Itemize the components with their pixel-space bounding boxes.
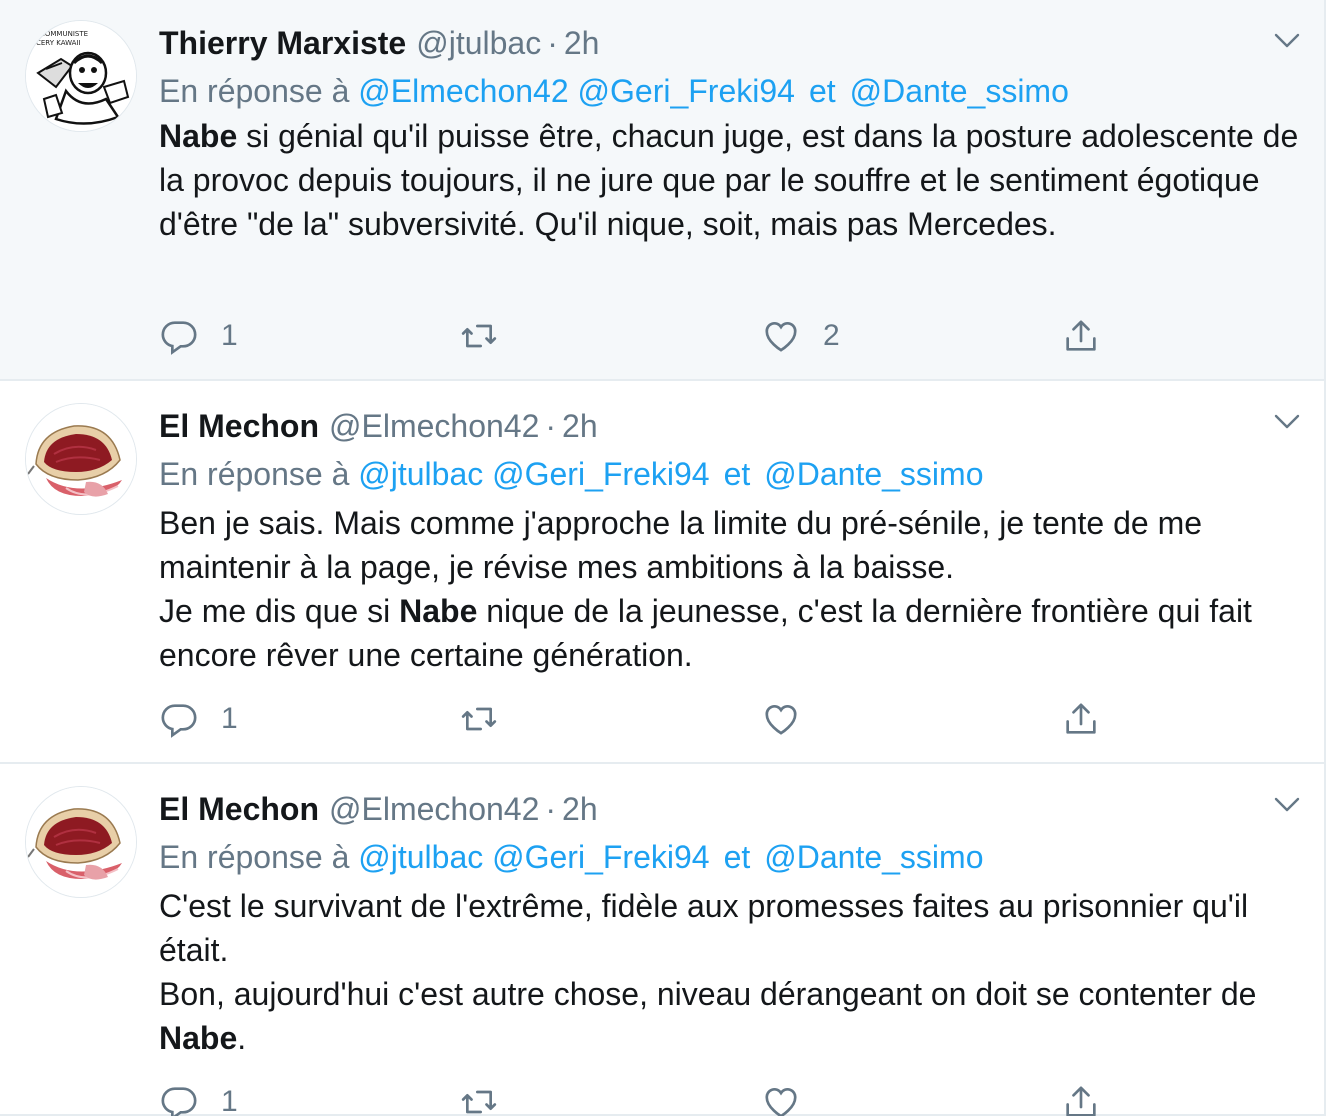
like-icon xyxy=(765,322,797,352)
share-icon xyxy=(1066,1086,1096,1116)
ham-avatar-image xyxy=(26,404,136,514)
like-button[interactable]: 2 xyxy=(761,314,840,358)
username[interactable]: @Elmechon42 xyxy=(329,408,539,444)
reply-button[interactable]: 1 xyxy=(159,697,238,741)
tweet[interactable]: El Mechon @Elmechon42 · 2h En réponse à @jt… xyxy=(0,764,1324,1116)
reply-icon xyxy=(161,1087,197,1116)
avatar[interactable]: COMMUNISTE CERY KAWAII xyxy=(25,20,137,132)
reply-and: et xyxy=(723,839,751,875)
reply-context: En réponse à @jtulbac @Geri_Freki94 et @Da… xyxy=(159,453,983,495)
mention-link[interactable]: @jtulbac xyxy=(358,839,483,875)
timestamp[interactable]: 2h xyxy=(564,25,600,61)
timestamp[interactable]: 2h xyxy=(562,408,598,444)
reply-count: 1 xyxy=(221,702,238,735)
like-icon xyxy=(765,705,797,735)
display-name[interactable]: El Mechon xyxy=(159,408,319,444)
reply-icon xyxy=(161,321,197,355)
mention-link[interactable]: @Geri_Freki94 xyxy=(492,839,709,875)
reply-prefix: En réponse à xyxy=(159,73,350,109)
avatar-caption-1: COMMUNISTE xyxy=(40,30,88,38)
tweet-text-part: Ben je sais. Mais comme j'approche la li… xyxy=(159,505,1203,585)
like-count: 2 xyxy=(823,319,840,352)
share-button[interactable] xyxy=(1061,1080,1101,1116)
mention-link[interactable]: @Geri_Freki94 xyxy=(492,456,709,492)
tweet-text-part: C'est le survivant de l'extrême, fidèle … xyxy=(159,888,1249,968)
reply-button[interactable]: 1 xyxy=(159,1080,238,1116)
tweet-actions: 1 xyxy=(159,1080,1119,1116)
reply-context: En réponse à @jtulbac @Geri_Freki94 et @Da… xyxy=(159,836,983,878)
timeline: COMMUNISTE CERY KAWAII Thierry Marxiste @… xyxy=(0,0,1326,1116)
tweet-actions: 1 2 xyxy=(159,314,1119,358)
tweet-text-part: si génial qu'il puisse être, chacun juge… xyxy=(159,118,1299,242)
hashtag-bold: Nabe xyxy=(159,1020,238,1056)
retweet-icon xyxy=(461,324,497,348)
mention-link[interactable]: @Dante_ssimo xyxy=(764,839,983,875)
tweet-text-part: . xyxy=(237,1020,247,1056)
reply-button[interactable]: 1 xyxy=(159,314,238,358)
chevron-down-icon xyxy=(1274,414,1300,429)
retweet-button[interactable] xyxy=(459,314,521,358)
avatar[interactable] xyxy=(25,403,137,515)
avatar-drawing: COMMUNISTE CERY KAWAII xyxy=(26,21,136,131)
hashtag-bold: Nabe xyxy=(399,593,478,629)
tweet-header: El Mechon @Elmechon42 · 2h xyxy=(159,405,598,447)
tweet[interactable]: El Mechon @Elmechon42 · 2h En réponse à @jt… xyxy=(0,381,1324,764)
mention-link[interactable]: @Elmechon42 xyxy=(358,73,568,109)
username[interactable]: @jtulbac xyxy=(416,25,541,61)
ham-avatar-image xyxy=(26,787,136,897)
like-icon xyxy=(765,1088,797,1116)
retweet-button[interactable] xyxy=(459,697,521,741)
tweet-header: Thierry Marxiste @jtulbac · 2h xyxy=(159,22,599,64)
mention-link[interactable]: @Geri_Freki94 xyxy=(578,73,795,109)
separator-dot: · xyxy=(545,408,557,444)
reply-and: et xyxy=(723,456,751,492)
retweet-button[interactable] xyxy=(459,1080,521,1116)
tweet-menu-button[interactable] xyxy=(1270,788,1304,822)
tweet-text: Ben je sais. Mais comme j'approche la li… xyxy=(159,501,1299,677)
reply-context: En réponse à @Elmechon42 @Geri_Freki94 et… xyxy=(159,70,1069,112)
timestamp[interactable]: 2h xyxy=(562,791,598,827)
display-name[interactable]: El Mechon xyxy=(159,791,319,827)
like-button[interactable] xyxy=(761,697,823,741)
tweet-menu-button[interactable] xyxy=(1270,24,1304,58)
hashtag-bold: Nabe xyxy=(159,118,238,154)
separator-dot: · xyxy=(545,791,557,827)
retweet-icon xyxy=(461,1090,497,1114)
mention-link[interactable]: @Dante_ssimo xyxy=(850,73,1069,109)
reply-prefix: En réponse à xyxy=(159,456,350,492)
separator-dot: · xyxy=(547,25,558,61)
share-button[interactable] xyxy=(1061,314,1101,358)
mention-link[interactable]: @jtulbac xyxy=(358,456,483,492)
username[interactable]: @Elmechon42 xyxy=(329,791,539,827)
reply-prefix: En réponse à xyxy=(159,839,350,875)
tweet-text-part: Bon, aujourd'hui c'est autre chose, nive… xyxy=(159,976,1257,1012)
reply-and: et xyxy=(808,73,836,109)
like-button[interactable] xyxy=(761,1080,823,1116)
display-name[interactable]: Thierry Marxiste xyxy=(159,25,406,61)
reply-icon xyxy=(161,704,197,738)
reply-count: 1 xyxy=(221,319,238,352)
tweet-text: C'est le survivant de l'extrême, fidèle … xyxy=(159,884,1299,1060)
retweet-icon xyxy=(461,707,497,731)
mention-link[interactable]: @Dante_ssimo xyxy=(764,456,983,492)
tweet-header: El Mechon @Elmechon42 · 2h xyxy=(159,788,598,830)
tweet[interactable]: COMMUNISTE CERY KAWAII Thierry Marxiste @… xyxy=(0,0,1324,381)
tweet-text-part: Je me dis que si xyxy=(159,593,400,629)
share-icon xyxy=(1066,320,1096,351)
reply-count: 1 xyxy=(221,1085,238,1116)
tweet-menu-button[interactable] xyxy=(1270,405,1304,439)
share-icon xyxy=(1066,703,1096,734)
avatar[interactable] xyxy=(25,786,137,898)
tweet-text: Nabe si génial qu'il puisse être, chacun… xyxy=(159,114,1299,246)
chevron-down-icon xyxy=(1274,33,1300,48)
avatar-caption-2: CERY KAWAII xyxy=(36,39,81,47)
chevron-down-icon xyxy=(1274,797,1300,812)
share-button[interactable] xyxy=(1061,697,1101,741)
tweet-actions: 1 xyxy=(159,697,1119,741)
